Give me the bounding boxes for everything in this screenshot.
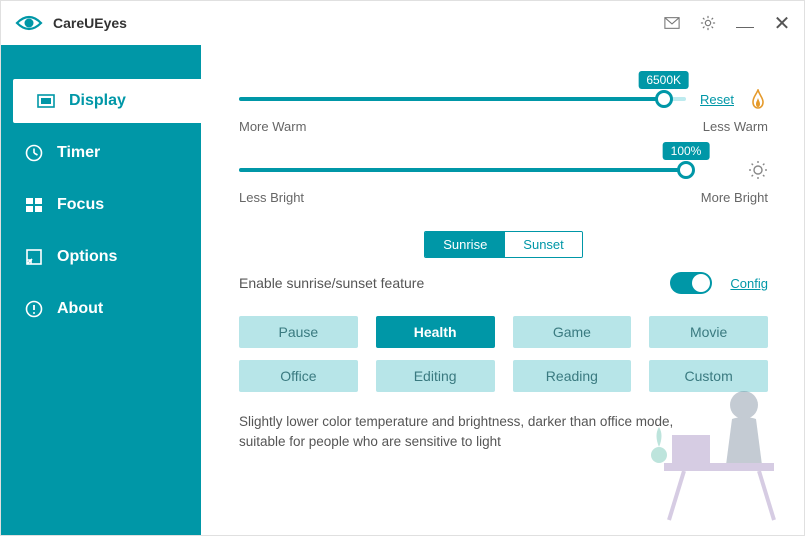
body: Display Timer Focus Options About 6500K Rese… <box>1 45 804 535</box>
brightness-thumb[interactable] <box>677 161 695 179</box>
nav-item-focus[interactable]: Focus <box>1 183 201 227</box>
brightness-value-badge: 100% <box>663 142 710 160</box>
mode-custom[interactable]: Custom <box>649 360 768 392</box>
feature-toggle[interactable] <box>670 272 712 294</box>
sun-icon <box>748 160 768 180</box>
bright-right-label: More Bright <box>701 190 768 205</box>
titlebar: CareUEyes ✕ <box>1 1 804 45</box>
mode-reading[interactable]: Reading <box>513 360 632 392</box>
brightness-slider[interactable]: 100% <box>239 168 686 172</box>
app-logo-eye-icon <box>15 14 43 32</box>
nav-label: Timer <box>57 144 100 162</box>
reset-link[interactable]: Reset <box>700 92 734 107</box>
nav-item-options[interactable]: Options <box>1 235 201 279</box>
mail-icon[interactable] <box>664 15 680 31</box>
nav-label: Display <box>69 92 126 110</box>
nav-item-display[interactable]: Display <box>13 79 201 123</box>
brightness-fill <box>239 168 686 172</box>
mode-health[interactable]: Health <box>376 316 495 348</box>
bright-left-label: Less Bright <box>239 190 304 205</box>
nav-label: Options <box>57 248 117 266</box>
temp-right-label: Less Warm <box>703 119 768 134</box>
focus-icon <box>25 196 43 214</box>
temperature-labels: More Warm Less Warm <box>239 119 768 134</box>
mode-game[interactable]: Game <box>513 316 632 348</box>
toggle-knob <box>692 274 710 292</box>
temperature-slider[interactable]: 6500K <box>239 97 686 101</box>
segment-sunset[interactable]: Sunset <box>505 232 581 257</box>
sunrise-sunset-segment: Sunrise Sunset <box>239 231 768 258</box>
temperature-thumb[interactable] <box>655 90 673 108</box>
mode-pause[interactable]: Pause <box>239 316 358 348</box>
settings-gear-icon[interactable] <box>700 15 716 31</box>
brightness-slider-row: 100% Less Bright More Bright <box>239 160 768 205</box>
mode-description: Slightly lower color temperature and bri… <box>239 412 719 453</box>
timer-icon <box>25 144 43 162</box>
temperature-value-badge: 6500K <box>638 71 689 89</box>
flame-icon <box>748 89 768 109</box>
feature-label: Enable sunrise/sunset feature <box>239 275 424 291</box>
app-title: CareUEyes <box>53 15 127 31</box>
config-link[interactable]: Config <box>730 276 768 291</box>
temperature-slider-row: 6500K Reset More Warm Less Warm <box>239 89 768 134</box>
brightness-slider-wrap: 100% <box>239 160 768 180</box>
brightness-labels: Less Bright More Bright <box>239 190 768 205</box>
mode-office[interactable]: Office <box>239 360 358 392</box>
about-icon <box>25 300 43 318</box>
segment-control: Sunrise Sunset <box>424 231 583 258</box>
mode-movie[interactable]: Movie <box>649 316 768 348</box>
content-pane: 6500K Reset More Warm Less Warm <box>201 45 804 535</box>
temp-left-label: More Warm <box>239 119 306 134</box>
sidebar: Display Timer Focus Options About <box>1 45 201 535</box>
nav-item-about[interactable]: About <box>1 287 201 331</box>
mode-editing[interactable]: Editing <box>376 360 495 392</box>
title-left: CareUEyes <box>15 14 127 32</box>
nav-label: About <box>57 300 103 318</box>
title-controls: ✕ <box>664 15 790 31</box>
temperature-slider-wrap: 6500K Reset <box>239 89 768 109</box>
mode-grid: Pause Health Game Movie Office Editing Reading… <box>239 316 768 392</box>
temperature-fill <box>239 97 664 101</box>
segment-sunrise[interactable]: Sunrise <box>425 232 505 257</box>
app-window: CareUEyes ✕ Display Timer Focus Options Abou… <box>0 0 805 536</box>
feature-row: Enable sunrise/sunset feature Config <box>239 272 768 294</box>
minimize-button[interactable] <box>736 27 754 28</box>
nav-item-timer[interactable]: Timer <box>1 131 201 175</box>
display-icon <box>37 92 55 110</box>
options-icon <box>25 248 43 266</box>
nav-label: Focus <box>57 196 104 214</box>
close-button[interactable]: ✕ <box>774 15 790 31</box>
feature-controls: Config <box>670 272 768 294</box>
